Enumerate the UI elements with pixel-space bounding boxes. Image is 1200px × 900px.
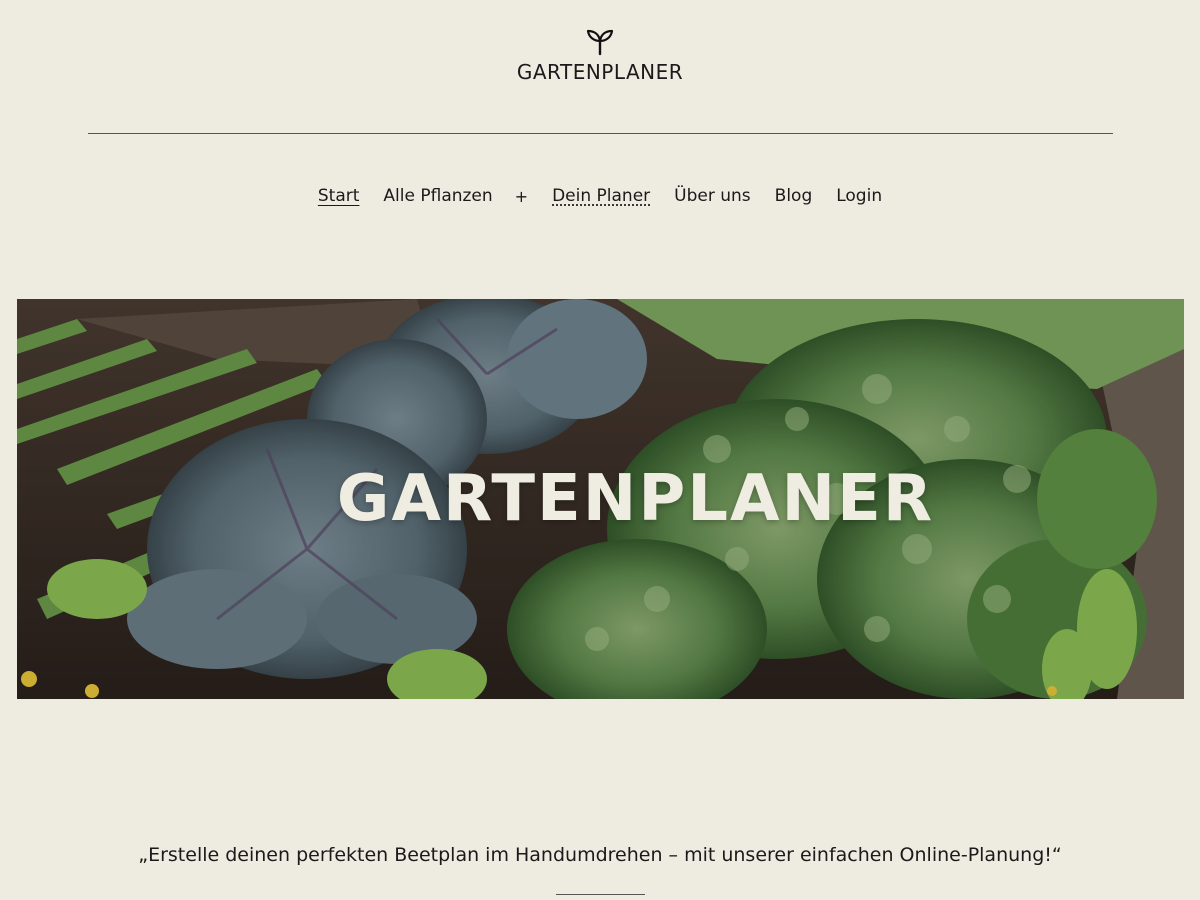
hero-banner: GARTENPLANER	[17, 299, 1184, 699]
nav-item-alle-pflanzen[interactable]: Alle Pflanzen	[383, 186, 492, 206]
nav-item-ueber-uns[interactable]: Über uns	[674, 186, 751, 206]
site-title[interactable]: GARTENPLANER	[0, 60, 1200, 84]
nav-item-blog[interactable]: Blog	[775, 186, 813, 206]
sprout-icon[interactable]	[585, 26, 615, 56]
nav-item-dein-planer[interactable]: Dein Planer	[552, 186, 650, 206]
page: GARTENPLANER Start Alle Pflanzen + Dein …	[0, 0, 1200, 900]
header-divider	[88, 133, 1113, 134]
hero-title: GARTENPLANER	[336, 462, 935, 536]
main-navigation: Start Alle Pflanzen + Dein Planer Über u…	[0, 186, 1200, 206]
submenu-toggle-plus-icon[interactable]: +	[515, 187, 528, 206]
site-branding[interactable]: GARTENPLANER	[0, 26, 1200, 84]
tagline-quote: „Erstelle deinen perfekten Beetplan im H…	[138, 844, 1062, 866]
nav-item-login[interactable]: Login	[836, 186, 882, 206]
tagline-divider	[556, 894, 645, 895]
nav-item-start[interactable]: Start	[318, 186, 360, 206]
